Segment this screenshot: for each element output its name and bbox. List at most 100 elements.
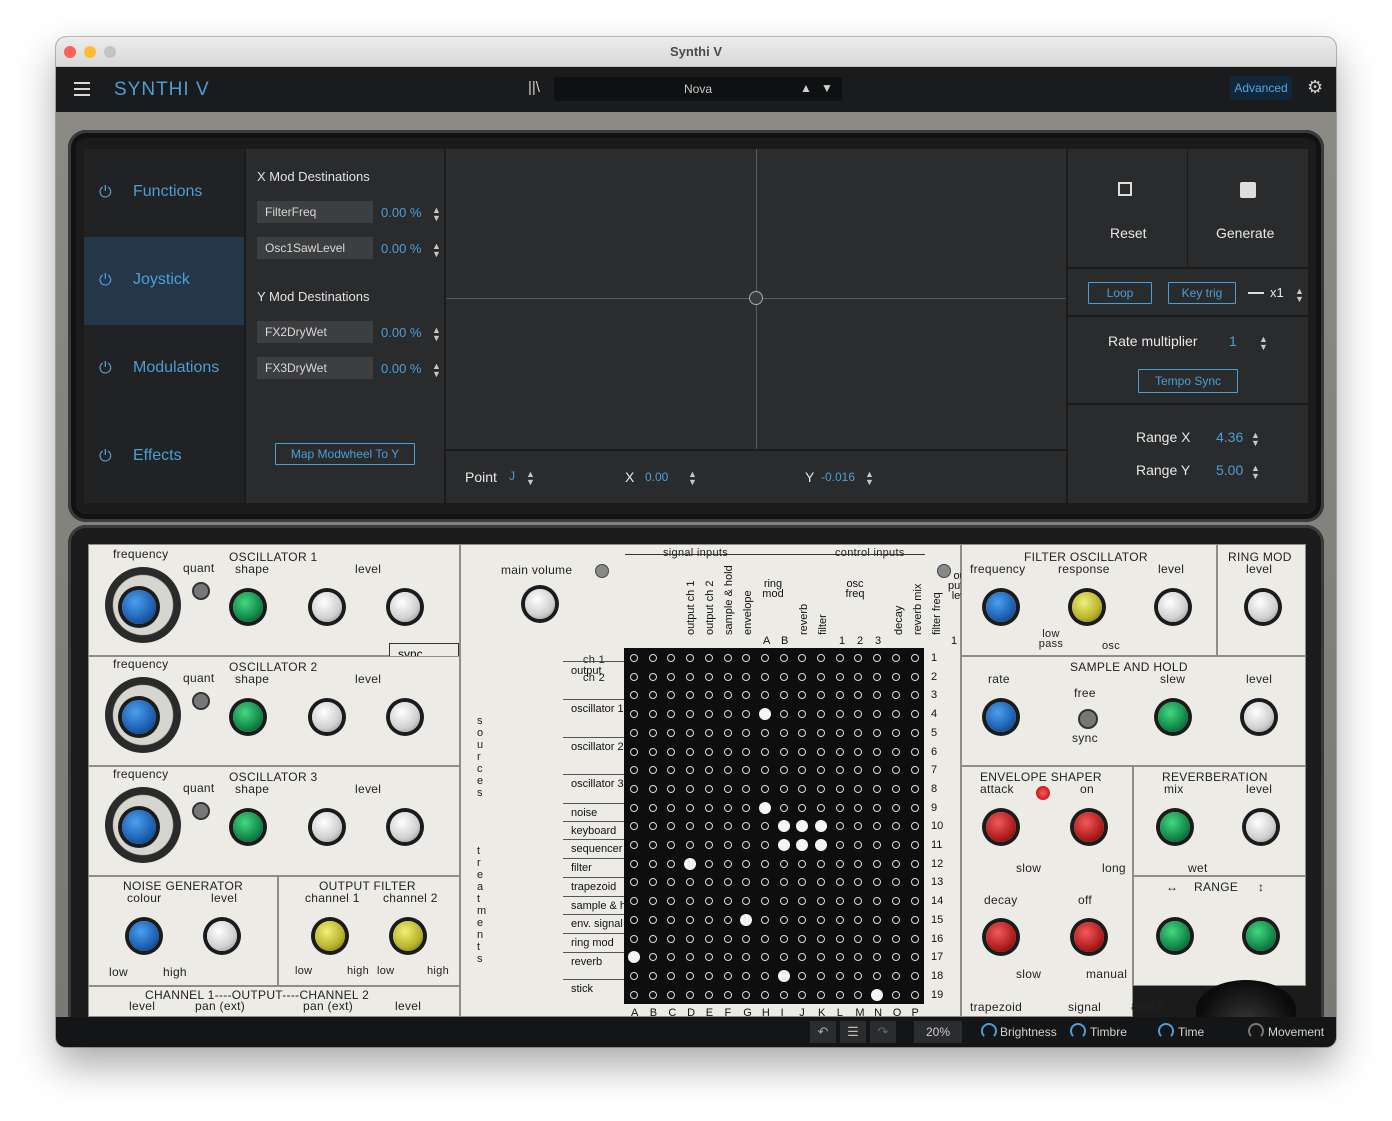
matrix-pin[interactable]: [704, 803, 713, 812]
matrix-pin[interactable]: [648, 859, 657, 868]
matrix-pin[interactable]: [835, 897, 844, 906]
matrix-pin[interactable]: [686, 654, 695, 662]
matrix-pin[interactable]: [760, 747, 769, 756]
matrix-pin[interactable]: [704, 747, 713, 756]
matrix-pin[interactable]: [779, 710, 788, 719]
matrix-pin[interactable]: [704, 710, 713, 719]
matrix-pin[interactable]: [910, 953, 919, 962]
sidebar-item-effects[interactable]: ⏻ Effects: [84, 413, 244, 501]
matrix-pin[interactable]: [667, 784, 676, 793]
matrix-pin[interactable]: [798, 691, 807, 700]
matrix-pin[interactable]: [854, 953, 863, 962]
zoom-level[interactable]: 20%: [914, 1021, 962, 1043]
matrix-pin[interactable]: [854, 822, 863, 831]
matrix-pin[interactable]: [630, 728, 638, 737]
y-dest-value-1[interactable]: 0.00 %: [381, 325, 421, 340]
matrix-pin[interactable]: [723, 803, 732, 812]
history-list-icon[interactable]: ☰: [840, 1021, 866, 1043]
matrix-pin[interactable]: [854, 728, 863, 737]
matrix-pin[interactable]: [798, 971, 807, 980]
matrix-pin[interactable]: [648, 897, 657, 906]
matrix-pin-active[interactable]: [758, 801, 771, 814]
matrix-pin[interactable]: [760, 841, 769, 849]
matrix-pin[interactable]: [723, 990, 732, 999]
matrix-pin[interactable]: [910, 784, 919, 793]
matrix-pin[interactable]: [854, 859, 863, 868]
matrix-pin[interactable]: [723, 728, 732, 737]
matrix-pin[interactable]: [723, 672, 732, 681]
matrix-pin[interactable]: [910, 897, 919, 906]
matrix-pin[interactable]: [873, 803, 882, 812]
matrix-pin[interactable]: [704, 654, 713, 662]
matrix-pin[interactable]: [648, 672, 657, 681]
matrix-pin[interactable]: [910, 766, 919, 775]
range-x-stepper[interactable]: ▲ ▼: [1251, 431, 1260, 448]
matrix-pin[interactable]: [854, 766, 863, 775]
matrix-pin[interactable]: [873, 915, 882, 924]
matrix-pin[interactable]: [835, 878, 844, 887]
filter-osc-level-knob[interactable]: [1158, 592, 1188, 622]
osc1-level-knob-2[interactable]: [390, 592, 420, 622]
matrix-pin[interactable]: [798, 803, 807, 812]
matrix-pin[interactable]: [742, 672, 751, 681]
matrix-pin[interactable]: [723, 691, 732, 700]
matrix-pin[interactable]: [779, 878, 788, 887]
range-x-knob[interactable]: [1160, 921, 1190, 951]
matrix-pin[interactable]: [891, 878, 900, 887]
matrix-pin[interactable]: [891, 859, 900, 868]
outfilter-ch1-knob[interactable]: [315, 921, 345, 951]
matrix-pin[interactable]: [779, 766, 788, 775]
matrix-pin[interactable]: [760, 654, 769, 662]
matrix-pin[interactable]: [910, 710, 919, 719]
osc3-shape-knob[interactable]: [233, 812, 263, 842]
matrix-pin[interactable]: [779, 747, 788, 756]
matrix-pin[interactable]: [891, 971, 900, 980]
matrix-pin[interactable]: [686, 728, 695, 737]
matrix-pin[interactable]: [817, 654, 825, 662]
matrix-pin[interactable]: [760, 878, 769, 887]
matrix-pin[interactable]: [910, 915, 919, 924]
brightness-macro-knob[interactable]: [981, 1023, 997, 1039]
osc2-level-knob-2[interactable]: [390, 702, 420, 732]
ring-mod-level-knob[interactable]: [1248, 592, 1278, 622]
matrix-pin[interactable]: [667, 897, 676, 906]
matrix-pin[interactable]: [760, 971, 769, 980]
matrix-pin[interactable]: [667, 953, 676, 962]
matrix-pin[interactable]: [835, 728, 844, 737]
matrix-pin[interactable]: [891, 990, 900, 999]
matrix-pin[interactable]: [630, 990, 638, 999]
settings-gear-icon[interactable]: ⚙: [1307, 77, 1323, 98]
matrix-pin[interactable]: [798, 710, 807, 719]
osc3-frequency-knob[interactable]: [122, 810, 156, 844]
env-decay-knob[interactable]: [986, 922, 1016, 952]
power-icon[interactable]: ⏻: [99, 184, 117, 202]
matrix-pin[interactable]: [798, 728, 807, 737]
matrix-pin[interactable]: [835, 710, 844, 719]
matrix-pin[interactable]: [630, 710, 638, 719]
matrix-pin[interactable]: [648, 784, 657, 793]
matrix-pin[interactable]: [704, 728, 713, 737]
matrix-pin[interactable]: [630, 784, 638, 793]
x-dest-field-1[interactable]: FilterFreq: [257, 201, 373, 223]
osc1-level-knob-1[interactable]: [312, 592, 342, 622]
matrix-pin[interactable]: [686, 747, 695, 756]
movement-macro-knob[interactable]: [1248, 1023, 1264, 1039]
matrix-pin[interactable]: [873, 971, 882, 980]
matrix-pin[interactable]: [891, 672, 900, 681]
matrix-pin[interactable]: [910, 934, 919, 943]
matrix-pin[interactable]: [779, 859, 788, 868]
matrix-pin[interactable]: [704, 990, 713, 999]
matrix-pin[interactable]: [704, 766, 713, 775]
matrix-pin[interactable]: [742, 728, 751, 737]
matrix-pin[interactable]: [630, 803, 638, 812]
matrix-pin[interactable]: [742, 971, 751, 980]
matrix-pin[interactable]: [873, 897, 882, 906]
matrix-pin[interactable]: [742, 766, 751, 775]
matrix-pin[interactable]: [891, 953, 900, 962]
matrix-pin[interactable]: [648, 934, 657, 943]
matrix-pin[interactable]: [760, 953, 769, 962]
matrix-pin[interactable]: [648, 953, 657, 962]
matrix-pin-active[interactable]: [871, 988, 884, 1001]
x-value[interactable]: 0.00: [645, 470, 668, 484]
matrix-pin[interactable]: [686, 934, 695, 943]
